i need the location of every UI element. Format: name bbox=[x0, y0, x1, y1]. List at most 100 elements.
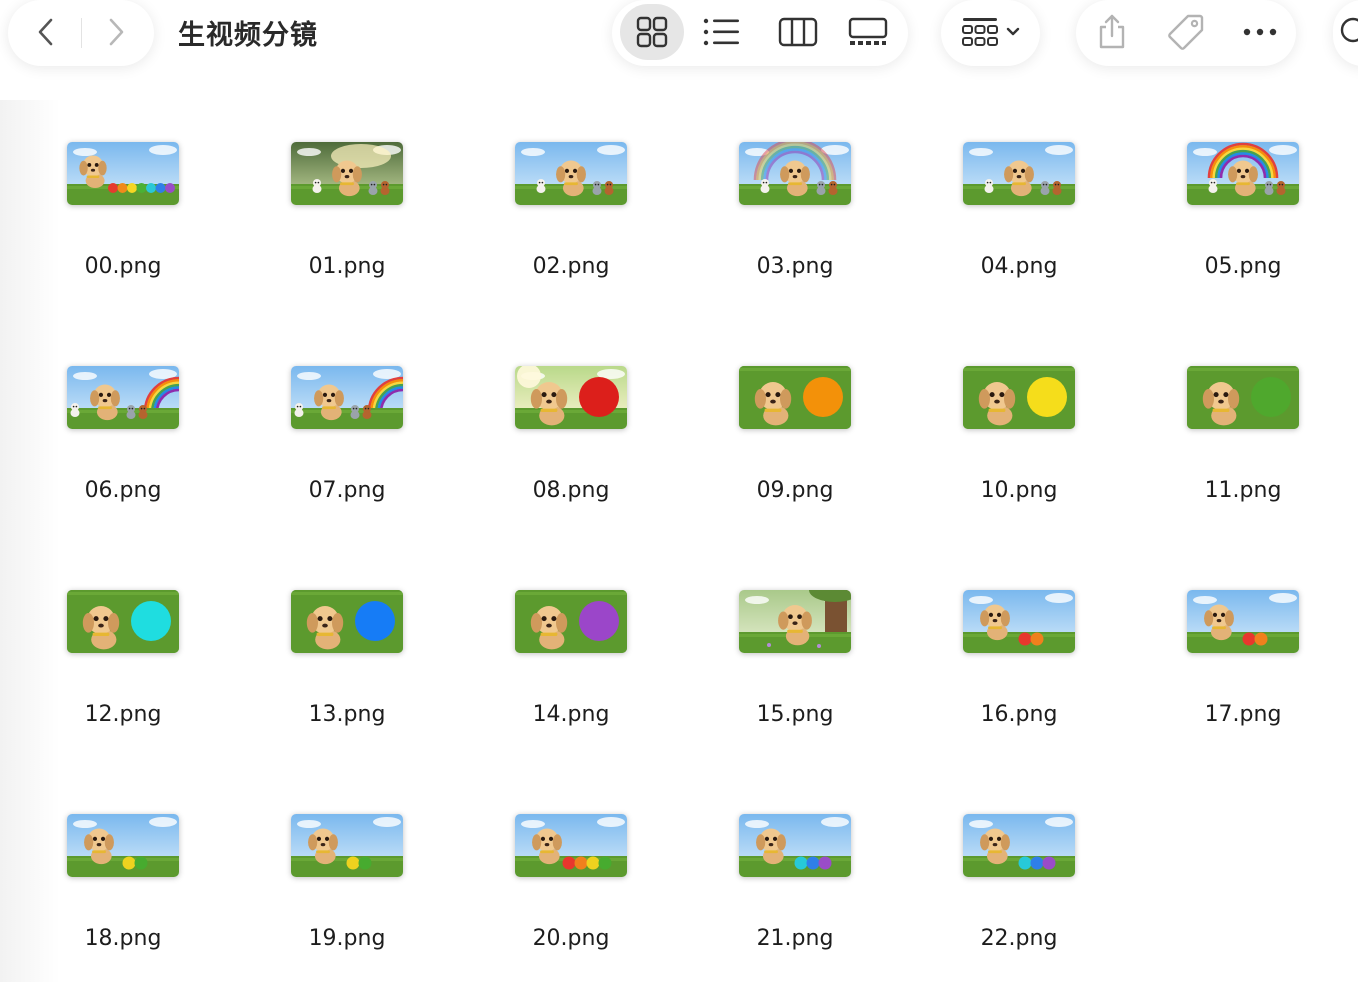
file-name-label[interactable]: 02.png bbox=[481, 254, 661, 279]
file-name-label[interactable]: 01.png bbox=[257, 254, 437, 279]
chevron-right-icon bbox=[109, 18, 124, 46]
navigation-group bbox=[8, 0, 154, 66]
more-icon bbox=[1243, 28, 1277, 36]
file-name-label[interactable]: 14.png bbox=[481, 702, 661, 727]
list-view-button[interactable] bbox=[692, 4, 752, 60]
file-item[interactable]: 06.png bbox=[33, 324, 213, 504]
file-item[interactable]: 00.png bbox=[33, 100, 213, 280]
file-thumbnail[interactable] bbox=[67, 590, 179, 653]
file-item[interactable]: 14.png bbox=[481, 548, 661, 728]
tag-button[interactable] bbox=[1156, 4, 1216, 60]
file-thumbnail[interactable] bbox=[1187, 366, 1299, 429]
file-item[interactable]: 01.png bbox=[257, 100, 437, 280]
file-item[interactable]: 15.png bbox=[705, 548, 885, 728]
search-button[interactable] bbox=[1333, 0, 1358, 66]
file-name-label[interactable]: 17.png bbox=[1153, 702, 1333, 727]
file-item[interactable]: 20.png bbox=[481, 772, 661, 952]
file-thumbnail[interactable] bbox=[739, 366, 851, 429]
file-name-label[interactable]: 20.png bbox=[481, 926, 661, 951]
forward-button[interactable] bbox=[86, 4, 146, 60]
more-button[interactable] bbox=[1230, 4, 1290, 60]
column-view-button[interactable] bbox=[768, 4, 828, 60]
back-button[interactable] bbox=[16, 4, 76, 60]
file-name-label[interactable]: 10.png bbox=[929, 478, 1109, 503]
file-thumbnail[interactable] bbox=[1187, 142, 1299, 205]
file-name-label[interactable]: 21.png bbox=[705, 926, 885, 951]
file-thumbnail[interactable] bbox=[515, 142, 627, 205]
file-thumbnail[interactable] bbox=[963, 590, 1075, 653]
window-title: 生视频分镜 bbox=[178, 20, 318, 51]
file-name-label[interactable]: 19.png bbox=[257, 926, 437, 951]
share-icon bbox=[1099, 14, 1125, 49]
nav-divider bbox=[81, 18, 82, 48]
file-name-label[interactable]: 04.png bbox=[929, 254, 1109, 279]
chevron-down-icon bbox=[1006, 27, 1020, 36]
file-item[interactable]: 07.png bbox=[257, 324, 437, 504]
file-name-label[interactable]: 16.png bbox=[929, 702, 1109, 727]
file-thumbnail[interactable] bbox=[515, 814, 627, 877]
file-name-label[interactable]: 15.png bbox=[705, 702, 885, 727]
file-item[interactable]: 22.png bbox=[929, 772, 1109, 952]
file-item[interactable]: 17.png bbox=[1153, 548, 1333, 728]
group-by-icon bbox=[962, 18, 1020, 46]
file-name-label[interactable]: 08.png bbox=[481, 478, 661, 503]
gallery-view-button[interactable] bbox=[838, 4, 898, 60]
file-thumbnail[interactable] bbox=[291, 590, 403, 653]
file-item[interactable]: 21.png bbox=[705, 772, 885, 952]
file-thumbnail[interactable] bbox=[291, 366, 403, 429]
file-name-label[interactable]: 07.png bbox=[257, 478, 437, 503]
group-by-menu[interactable] bbox=[941, 0, 1040, 66]
file-name-label[interactable]: 22.png bbox=[929, 926, 1109, 951]
file-item[interactable]: 09.png bbox=[705, 324, 885, 504]
view-mode-group bbox=[612, 0, 908, 66]
file-thumbnail[interactable] bbox=[291, 142, 403, 205]
file-item[interactable]: 11.png bbox=[1153, 324, 1333, 504]
file-item[interactable]: 19.png bbox=[257, 772, 437, 952]
file-item[interactable]: 12.png bbox=[33, 548, 213, 728]
file-item[interactable]: 04.png bbox=[929, 100, 1109, 280]
icon-view-button[interactable] bbox=[620, 4, 684, 60]
file-item[interactable]: 05.png bbox=[1153, 100, 1333, 280]
file-name-label[interactable]: 00.png bbox=[33, 254, 213, 279]
file-item[interactable]: 13.png bbox=[257, 548, 437, 728]
file-thumbnail[interactable] bbox=[67, 814, 179, 877]
file-thumbnail[interactable] bbox=[963, 142, 1075, 205]
file-thumbnail[interactable] bbox=[963, 366, 1075, 429]
file-item[interactable]: 08.png bbox=[481, 324, 661, 504]
file-name-label[interactable]: 18.png bbox=[33, 926, 213, 951]
file-thumbnail[interactable] bbox=[739, 590, 851, 653]
search-icon bbox=[1340, 17, 1358, 43]
list-view-icon bbox=[703, 18, 739, 46]
file-thumbnail[interactable] bbox=[515, 590, 627, 653]
tag-icon bbox=[1168, 14, 1204, 50]
column-view-icon bbox=[778, 17, 818, 47]
gallery-view-icon bbox=[848, 17, 888, 45]
file-item[interactable]: 16.png bbox=[929, 548, 1109, 728]
file-item[interactable]: 18.png bbox=[33, 772, 213, 952]
group-by-button[interactable] bbox=[949, 4, 1033, 60]
file-name-label[interactable]: 06.png bbox=[33, 478, 213, 503]
chevron-left-icon bbox=[38, 18, 53, 46]
file-name-label[interactable]: 13.png bbox=[257, 702, 437, 727]
file-thumbnail[interactable] bbox=[963, 814, 1075, 877]
share-button[interactable] bbox=[1082, 4, 1142, 60]
file-thumbnail[interactable] bbox=[67, 366, 179, 429]
file-thumbnail[interactable] bbox=[291, 814, 403, 877]
file-thumbnail[interactable] bbox=[67, 142, 179, 205]
toolbar: 生视频分镜 bbox=[0, 0, 1358, 100]
file-name-label[interactable]: 12.png bbox=[33, 702, 213, 727]
file-thumbnail[interactable] bbox=[1187, 590, 1299, 653]
file-thumbnail[interactable] bbox=[515, 366, 627, 429]
file-name-label[interactable]: 09.png bbox=[705, 478, 885, 503]
file-item[interactable]: 03.png bbox=[705, 100, 885, 280]
file-item[interactable]: 02.png bbox=[481, 100, 661, 280]
file-name-label[interactable]: 11.png bbox=[1153, 478, 1333, 503]
icon-view-grid-icon bbox=[636, 16, 668, 48]
file-thumbnail[interactable] bbox=[739, 814, 851, 877]
file-name-label[interactable]: 05.png bbox=[1153, 254, 1333, 279]
action-group bbox=[1076, 0, 1296, 66]
file-thumbnail[interactable] bbox=[739, 142, 851, 205]
file-grid: 00.png 01.png 02.png 03.png 04.png 05.png 06.p… bbox=[0, 100, 1358, 982]
file-item[interactable]: 10.png bbox=[929, 324, 1109, 504]
file-name-label[interactable]: 03.png bbox=[705, 254, 885, 279]
